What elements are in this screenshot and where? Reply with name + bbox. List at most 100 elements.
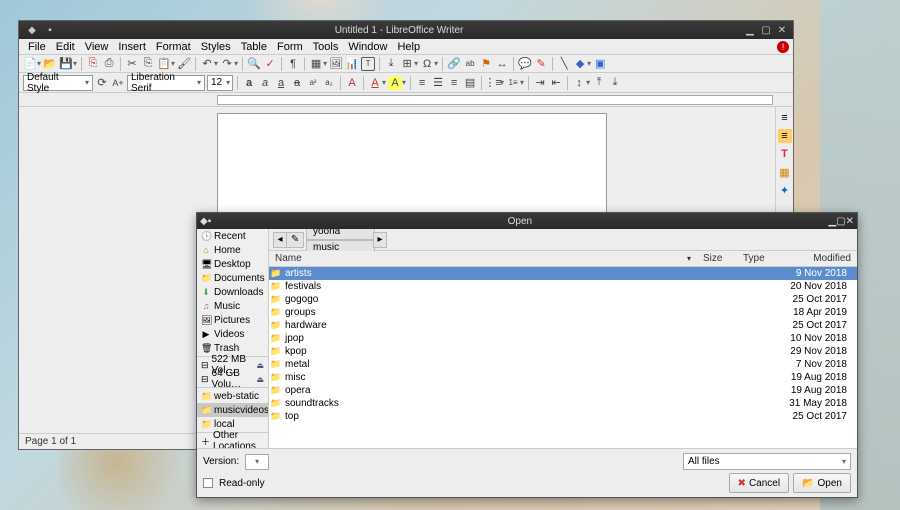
copy-icon[interactable]: ⎘ bbox=[141, 57, 155, 71]
text-box-icon[interactable]: T bbox=[361, 57, 375, 71]
hyperlink-icon[interactable]: 🔗 bbox=[447, 57, 461, 71]
place-64-gb-volu-[interactable]: ⊟64 GB Volu…⏏ bbox=[197, 372, 268, 386]
justify-icon[interactable]: ▤ bbox=[463, 76, 477, 90]
strikethrough-icon[interactable]: a bbox=[290, 76, 304, 90]
column-size[interactable]: Size bbox=[697, 253, 737, 264]
window-menu-icon[interactable]: ◆ bbox=[25, 23, 39, 37]
place-videos[interactable]: ▶Videos bbox=[197, 327, 268, 341]
line-icon[interactable]: ╲ bbox=[557, 57, 571, 71]
place-local[interactable]: 📁local bbox=[197, 417, 268, 431]
bold-icon[interactable]: a bbox=[242, 76, 256, 90]
find-icon[interactable]: 🔍 bbox=[247, 57, 261, 71]
track-changes-icon[interactable]: ✎ bbox=[534, 57, 548, 71]
new-style-icon[interactable]: A+ bbox=[111, 76, 125, 90]
pin-icon[interactable]: ▪ bbox=[43, 23, 57, 37]
column-modified[interactable]: Modified bbox=[787, 253, 857, 264]
place-home[interactable]: ⌂Home bbox=[197, 243, 268, 257]
file-type-filter[interactable]: All files▾ bbox=[683, 453, 851, 470]
file-row[interactable]: 📁misc19 Aug 2018 bbox=[269, 371, 857, 384]
column-type[interactable]: Type bbox=[737, 253, 787, 264]
place-musicvideos[interactable]: 📁musicvideos bbox=[197, 403, 268, 417]
open-icon[interactable]: 📂 bbox=[43, 57, 57, 71]
minimize-icon[interactable]: ▁ bbox=[743, 23, 757, 37]
bullet-list-icon[interactable]: ⋮≡ bbox=[486, 76, 500, 90]
para-spacing-decrease-icon[interactable]: ⤓ bbox=[608, 76, 622, 90]
place-downloads[interactable]: ⬇Downloads bbox=[197, 285, 268, 299]
align-left-icon[interactable]: ≡ bbox=[415, 76, 429, 90]
spellcheck-icon[interactable]: ✓ bbox=[263, 57, 277, 71]
readonly-checkbox[interactable] bbox=[203, 478, 213, 488]
file-list[interactable]: 📁artists9 Nov 2018📁festivals20 Nov 2018📁… bbox=[269, 267, 857, 448]
new-doc-icon[interactable]: 📄 bbox=[23, 57, 37, 71]
print-icon[interactable]: ⎙ bbox=[102, 57, 116, 71]
place-music[interactable]: ♫Music bbox=[197, 299, 268, 313]
image-icon[interactable]: 🖼 bbox=[329, 57, 343, 71]
cut-icon[interactable]: ✂ bbox=[125, 57, 139, 71]
format-paintbrush-icon[interactable]: 🖌 bbox=[177, 57, 191, 71]
font-name-combo[interactable]: Liberation Serif▾ bbox=[127, 75, 205, 91]
field-icon[interactable]: ⊞ bbox=[400, 57, 414, 71]
subscript-icon[interactable]: a₂ bbox=[322, 76, 336, 90]
file-row[interactable]: 📁festivals20 Nov 2018 bbox=[269, 280, 857, 293]
eject-icon[interactable]: ⏏ bbox=[256, 361, 264, 370]
version-combo[interactable]: ▾ bbox=[245, 454, 269, 470]
footnote-icon[interactable]: ab bbox=[463, 57, 477, 71]
place-desktop[interactable]: 🖥Desktop bbox=[197, 257, 268, 271]
properties-panel-icon[interactable]: ≡ bbox=[778, 129, 792, 143]
file-row[interactable]: 📁hardware25 Oct 2017 bbox=[269, 319, 857, 332]
font-size-combo[interactable]: 12▾ bbox=[207, 75, 233, 91]
update-notification-icon[interactable]: ! bbox=[777, 41, 789, 53]
place-web-static[interactable]: 📁web-static bbox=[197, 389, 268, 403]
path-edit-toggle-icon[interactable]: ✎ bbox=[286, 232, 304, 248]
eject-icon[interactable]: ⏏ bbox=[256, 375, 264, 384]
align-center-icon[interactable]: ☰ bbox=[431, 76, 445, 90]
menu-edit[interactable]: Edit bbox=[51, 41, 80, 53]
menu-help[interactable]: Help bbox=[392, 41, 425, 53]
horizontal-ruler[interactable] bbox=[19, 93, 793, 107]
menu-styles[interactable]: Styles bbox=[196, 41, 236, 53]
menu-tools[interactable]: Tools bbox=[308, 41, 344, 53]
place-pictures[interactable]: 🖼Pictures bbox=[197, 313, 268, 327]
menu-format[interactable]: Format bbox=[151, 41, 196, 53]
file-row[interactable]: 📁opera19 Aug 2018 bbox=[269, 384, 857, 397]
file-row[interactable]: 📁top25 Oct 2017 bbox=[269, 410, 857, 423]
decrease-indent-icon[interactable]: ⇤ bbox=[549, 76, 563, 90]
file-row[interactable]: 📁jpop10 Nov 2018 bbox=[269, 332, 857, 345]
dialog-titlebar[interactable]: ◆ ▪ Open ▁ ▢ ✕ bbox=[197, 213, 857, 229]
redo-icon[interactable]: ↷ bbox=[220, 57, 234, 71]
cancel-button[interactable]: ✖Cancel bbox=[729, 473, 790, 493]
underline-icon[interactable]: a bbox=[274, 76, 288, 90]
file-row[interactable]: 📁kpop29 Nov 2018 bbox=[269, 345, 857, 358]
para-spacing-increase-icon[interactable]: ⤒ bbox=[592, 76, 606, 90]
save-icon[interactable]: 💾 bbox=[59, 57, 73, 71]
place-recent[interactable]: 🕓Recent bbox=[197, 229, 268, 243]
file-row[interactable]: 📁groups18 Apr 2019 bbox=[269, 306, 857, 319]
font-color-icon[interactable]: A bbox=[368, 76, 382, 90]
place-trash[interactable]: 🗑Trash bbox=[197, 341, 268, 355]
increase-indent-icon[interactable]: ⇥ bbox=[533, 76, 547, 90]
bookmark-icon[interactable]: ⚑ bbox=[479, 57, 493, 71]
export-pdf-icon[interactable]: ⎘ bbox=[86, 57, 100, 71]
clear-formatting-icon[interactable]: A bbox=[345, 76, 359, 90]
gallery-panel-icon[interactable]: ▦ bbox=[778, 165, 792, 179]
align-right-icon[interactable]: ≡ bbox=[447, 76, 461, 90]
path-back-icon[interactable]: ◂ bbox=[273, 232, 287, 248]
table-icon[interactable]: ▦ bbox=[309, 57, 323, 71]
undo-icon[interactable]: ↶ bbox=[200, 57, 214, 71]
titlebar[interactable]: ◆ ▪ Untitled 1 - LibreOffice Writer ▁ ▢ … bbox=[19, 21, 793, 39]
sidebar-settings-icon[interactable]: ≡ bbox=[778, 111, 792, 125]
path-segment-yoona[interactable]: yoona bbox=[306, 229, 375, 240]
chart-icon[interactable]: 📊 bbox=[345, 57, 359, 71]
file-row[interactable]: 📁soundtracks31 May 2018 bbox=[269, 397, 857, 410]
comment-icon[interactable]: 💬 bbox=[518, 57, 532, 71]
file-row[interactable]: 📁metal7 Nov 2018 bbox=[269, 358, 857, 371]
paragraph-style-combo[interactable]: Default Style▾ bbox=[23, 75, 93, 91]
menu-insert[interactable]: Insert bbox=[113, 41, 151, 53]
menu-window[interactable]: Window bbox=[343, 41, 392, 53]
maximize-icon[interactable]: ▢ bbox=[836, 216, 845, 227]
menu-view[interactable]: View bbox=[80, 41, 114, 53]
paste-icon[interactable]: 📋 bbox=[157, 57, 171, 71]
cross-ref-icon[interactable]: ↔ bbox=[495, 57, 509, 71]
special-char-icon[interactable]: Ω bbox=[420, 57, 434, 71]
number-list-icon[interactable]: 1≡ bbox=[506, 76, 520, 90]
